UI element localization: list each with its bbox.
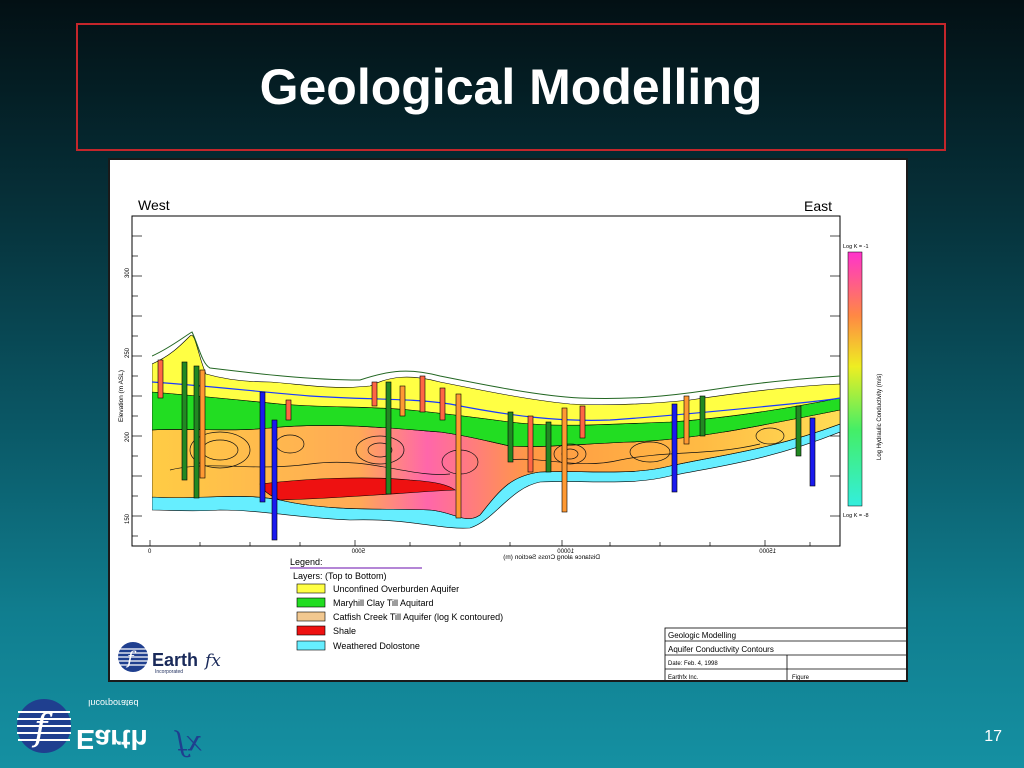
slide-logo-tag: Incorporated — [88, 698, 139, 708]
colorbar — [847, 251, 863, 507]
east-label: East — [804, 198, 832, 214]
slide-logo-brand: Earth — [76, 724, 148, 755]
x-tick-label: 5000 — [351, 549, 365, 555]
legend-heading: Legend: — [290, 557, 323, 567]
figure-logo-brand: Earth — [152, 650, 198, 670]
title-block: Geologic Modelling Aquifer Conductivity … — [664, 627, 906, 681]
title-block-row1: Geologic Modelling — [668, 631, 736, 640]
x-tick-label: 15000 — [759, 549, 776, 555]
y-tick-label: 150 — [125, 513, 131, 524]
y-tick-label: 250 — [125, 347, 131, 358]
title-block-row2: Aquifer Conductivity Contours — [668, 645, 774, 654]
legend-swatch-unconfined — [296, 583, 326, 594]
slide-title: Geological Modelling — [259, 59, 763, 115]
slide-title-box: Geological Modelling — [76, 23, 946, 151]
y-tick-label: 200 — [125, 431, 131, 442]
x-axis-ticks — [149, 540, 811, 546]
legend-item-label: Shale — [333, 626, 356, 636]
legend-swatch-maryhill — [296, 597, 326, 608]
title-block-row4b: Figure — [792, 675, 810, 681]
legend-item-label: Catfish Creek Till Aquifer (log K contou… — [333, 612, 503, 622]
title-block-row4a: Earthfx Inc. — [668, 675, 699, 681]
west-label: West — [138, 197, 170, 213]
globe-icon: f — [17, 699, 71, 753]
slide-logo-svg: f Earth fx Incorporated — [17, 698, 202, 762]
legend-item-label: Unconfined Overburden Aquifer — [333, 584, 459, 594]
slide-number: 17 — [984, 728, 1002, 745]
colorbar-bottom-label: Log K = -8 — [843, 513, 869, 519]
globe-icon: f — [118, 642, 148, 672]
slide-logo: f Earth fx Incorporated — [8, 692, 228, 765]
cross-section-figure: West East 300 250 200 150 Elevation (m A… — [108, 158, 908, 682]
figure-logo: f Earth fx Incorporated — [118, 642, 221, 675]
x-axis-label: Distance along Cross Section (m) — [503, 554, 600, 561]
legend-swatch-catfish — [296, 611, 326, 622]
title-block-row3: Date: Feb. 4, 1998 — [668, 661, 718, 667]
cross-section-svg: West East 300 250 200 150 Elevation (m A… — [118, 197, 906, 681]
colorbar-top-label: Log K = -1 — [843, 244, 869, 250]
legend-item-label: Maryhill Clay Till Aquitard — [333, 598, 434, 608]
legend-swatch-shale — [296, 625, 326, 636]
figure-logo-suffix: fx — [203, 651, 221, 671]
colorbar-title: Log Hydraulic Conductivity (m/s) — [877, 374, 883, 460]
y-axis-label: Elevation (m ASL) — [118, 370, 125, 422]
legend-item-label: Weathered Dolostone — [333, 641, 420, 651]
legend-subheading: Layers: (Top to Bottom) — [293, 571, 387, 581]
legend-swatch-dolostone — [296, 640, 326, 651]
x-tick-label: 0 — [148, 549, 152, 555]
figure-logo-tag: Incorporated — [155, 669, 183, 675]
slide-logo-suffix: fx — [174, 729, 202, 760]
y-tick-label: 300 — [125, 267, 131, 278]
geologic-layers — [152, 331, 840, 541]
legend: Legend: Layers: (Top to Bottom) Unconfin… — [290, 557, 503, 651]
